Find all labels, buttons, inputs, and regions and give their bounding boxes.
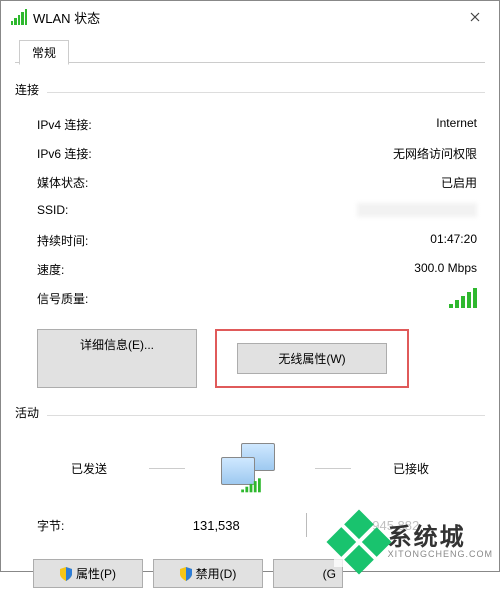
quality-label: 信号质量: [37, 290, 167, 311]
row-speed: 速度: 300.0 Mbps [15, 255, 485, 284]
wlan-status-window: WLAN 状态 常规 连接 IPv4 连接: Internet IPv6 连接:… [0, 0, 500, 572]
row-duration: 持续时间: 01:47:20 [15, 226, 485, 255]
highlight-box: 无线属性(W) [215, 329, 409, 388]
disable-label: 禁用(D) [196, 565, 237, 582]
ipv6-label: IPv6 连接: [37, 145, 167, 162]
row-media: 媒体状态: 已启用 [15, 168, 485, 197]
tab-general[interactable]: 常规 [19, 40, 69, 65]
row-ipv4: IPv4 连接: Internet [15, 110, 485, 139]
watermark-logo-icon [326, 509, 391, 574]
ipv6-value: 无网络访问权限 [167, 145, 485, 162]
properties-label: 属性(P) [76, 565, 116, 582]
activity-label: 活动 [15, 404, 39, 421]
sent-label: 已发送 [59, 460, 119, 477]
shield-icon [60, 567, 72, 581]
network-icon [215, 443, 285, 493]
diagnose-label: (G [323, 567, 336, 581]
media-value: 已启用 [167, 174, 485, 191]
titlebar: WLAN 状态 [1, 1, 499, 33]
speed-label: 速度: [37, 261, 167, 278]
details-button[interactable]: 详细信息(E)... [37, 329, 197, 388]
shield-icon [180, 567, 192, 581]
bytes-sent: 131,538 [127, 518, 306, 533]
received-label: 已接收 [381, 460, 441, 477]
ssid-value [167, 203, 485, 220]
connection-section: 连接 IPv4 连接: Internet IPv6 连接: 无网络访问权限 媒体… [15, 81, 485, 394]
diagnose-button[interactable]: (G [273, 559, 343, 588]
ipv4-value: Internet [167, 116, 485, 133]
ipv4-label: IPv4 连接: [37, 116, 167, 133]
properties-button[interactable]: 属性(P) [33, 559, 143, 588]
content-area: 常规 连接 IPv4 连接: Internet IPv6 连接: 无网络访问权限… [1, 33, 499, 598]
signal-strength-icon [449, 290, 477, 308]
media-label: 媒体状态: [37, 174, 167, 191]
activity-graphic: 已发送 已接收 [15, 427, 485, 505]
row-ipv6: IPv6 连接: 无网络访问权限 [15, 139, 485, 168]
window-title: WLAN 状态 [33, 8, 452, 27]
ssid-label: SSID: [37, 203, 167, 220]
wireless-properties-button[interactable]: 无线属性(W) [237, 343, 387, 374]
close-icon [470, 12, 480, 22]
watermark-name: 系统城 [388, 526, 493, 550]
duration-label: 持续时间: [37, 232, 167, 249]
watermark: 系统城 XITONGCHENG.COM [334, 517, 495, 567]
watermark-url: XITONGCHENG.COM [388, 550, 493, 559]
row-ssid: SSID: [15, 197, 485, 226]
quality-value [167, 290, 485, 311]
row-signal-quality: 信号质量: [15, 284, 485, 317]
speed-value: 300.0 Mbps [167, 261, 485, 278]
ssid-blurred [357, 203, 477, 217]
close-button[interactable] [452, 2, 497, 32]
tab-bar: 常规 [15, 39, 485, 63]
connection-buttons: 详细信息(E)... 无线属性(W) [15, 317, 485, 394]
connection-label: 连接 [15, 81, 39, 98]
disable-button[interactable]: 禁用(D) [153, 559, 263, 588]
bytes-label: 字节: [37, 517, 127, 534]
duration-value: 01:47:20 [167, 232, 485, 249]
signal-mini-icon [241, 480, 261, 493]
wifi-icon [11, 9, 27, 25]
